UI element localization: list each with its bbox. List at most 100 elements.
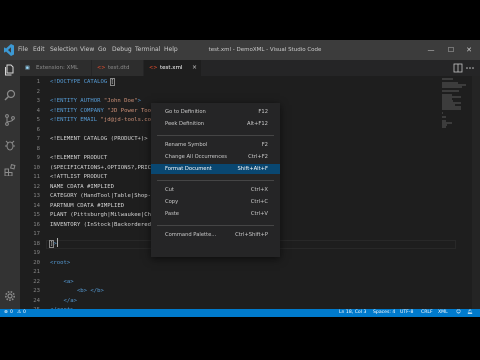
errors-icon[interactable]: ⊗	[4, 309, 8, 317]
line-number: 8	[36, 145, 40, 152]
line-number: 13	[33, 193, 40, 199]
line-number: 12	[33, 183, 40, 190]
xml-file-icon: <>	[149, 65, 158, 71]
minimap-line	[442, 78, 454, 80]
menu-debug[interactable]: Debug	[110, 44, 134, 56]
encoding[interactable]: UTF-8	[400, 309, 413, 317]
code-line: 22 <a>	[20, 278, 460, 288]
minimap[interactable]	[440, 76, 470, 309]
line-number: 18	[33, 240, 40, 247]
extensions-icon[interactable]	[4, 164, 16, 176]
status-bar: ⊗ 0 ⚠ 0 Ln 18, Col 3 Spaces: 4 UTF-8 CRL…	[0, 309, 480, 317]
cursor-position[interactable]: Ln 18, Col 3	[339, 309, 366, 317]
context-menu: Go to Definition F12 Peek Definition Alt+F1…	[151, 103, 280, 257]
menu-item-shortcut: Ctrl+V	[250, 211, 268, 217]
menu-item-format-document[interactable]: Format Document Shift+Alt+F	[151, 164, 280, 174]
vertical-scrollbar[interactable]	[472, 76, 480, 309]
menu-item-label: Format Document	[165, 166, 212, 172]
line-number: 4	[36, 107, 40, 114]
tab-test-xml[interactable]: <> test.xml ×	[144, 60, 202, 76]
code-text: <!ELEMENT CATALOG (PRODUCT+)>	[50, 135, 148, 145]
tab-extension-xml[interactable]: ▣ Extension: XML	[20, 60, 92, 76]
code-token: </a>	[50, 297, 77, 304]
menu-item-shortcut: F12	[258, 109, 268, 115]
menu-item-shortcut: Alt+F12	[247, 121, 268, 127]
code-token: <!ELEMENT PRODUCT	[50, 155, 108, 161]
feedback-icon[interactable]: ☺	[456, 309, 461, 317]
minimap-line	[442, 90, 460, 92]
code-text: <a>	[50, 278, 73, 288]
menu-go[interactable]: Go	[96, 44, 108, 56]
menu-file[interactable]: File	[16, 44, 30, 56]
code-token: INVENTORY (InStock|Backordered|	[50, 221, 155, 228]
menu-view[interactable]: View	[78, 44, 96, 56]
code-text: CATEGORY (HandTool|Table|Shop-P	[50, 192, 154, 202]
close-icon[interactable]: ×	[192, 60, 197, 76]
menu-item-shortcut: Ctrl+X	[250, 187, 268, 193]
minimap-line	[442, 126, 447, 128]
menu-item-shortcut: Ctrl+F2	[248, 154, 268, 160]
menu-help[interactable]: Help	[162, 44, 180, 56]
warning-count[interactable]: 0	[23, 309, 26, 317]
code-text: INVENTORY (InStock|Backordered|	[50, 221, 154, 231]
code-text: PARTNUM CDATA #IMPLIED	[50, 202, 124, 212]
menu-item-shortcut: Shift+Alt+F	[237, 166, 269, 172]
activity-bar	[0, 60, 20, 309]
line-ending[interactable]: CRLF	[421, 309, 433, 317]
close-window-button[interactable]: ✕	[464, 45, 474, 55]
text-cursor	[57, 238, 58, 247]
menu-selection[interactable]: Selection	[48, 44, 80, 56]
error-count[interactable]: 0	[10, 309, 13, 317]
string-token: "John Doe"	[103, 98, 138, 104]
menu-edit[interactable]: Edit	[31, 44, 47, 56]
code-text: <!ELEMENT PRODUCT	[50, 154, 107, 164]
warnings-icon[interactable]: ⚠	[17, 309, 21, 317]
notifications-icon[interactable]: 🔔︎	[467, 309, 473, 317]
menu-item-shortcut: Ctrl+C	[250, 199, 268, 205]
code-token: NAME CDATA #IMPLIED	[50, 183, 114, 190]
menu-item-rename-symbol[interactable]: Rename Symbol F2	[151, 140, 280, 150]
extension-icon: ▣	[25, 65, 30, 71]
split-editor-icon[interactable]	[452, 63, 476, 73]
menu-item-peek-definition[interactable]: Peek Definition Alt+F12	[151, 119, 280, 129]
files-icon[interactable]	[4, 64, 16, 76]
search-icon[interactable]	[4, 89, 16, 101]
menu-item-cut[interactable]: Cut Ctrl+X	[151, 185, 280, 195]
debug-icon[interactable]	[4, 139, 16, 151]
code-text: <!ENTITY AUTHOR "John Doe">	[50, 97, 141, 107]
source-control-icon[interactable]	[4, 114, 16, 126]
menu-item-copy[interactable]: Copy Ctrl+C	[151, 197, 280, 207]
minimize-button[interactable]: —	[426, 45, 436, 55]
gear-icon[interactable]	[4, 290, 16, 302]
menu-item-go-to-definition[interactable]: Go to Definition F12	[151, 107, 280, 117]
code-line: 23 <b> </b>	[20, 287, 460, 297]
language-mode[interactable]: XML	[438, 309, 448, 317]
minimap-line	[442, 112, 444, 114]
code-token: DOCTYPE CATALOG	[56, 79, 111, 85]
menu-item-change-all-occurrences[interactable]: Change All Occurrences Ctrl+F2	[151, 152, 280, 162]
menu-item-label: Rename Symbol	[165, 142, 208, 148]
indentation[interactable]: Spaces: 4	[373, 309, 395, 317]
code-token: [	[109, 78, 116, 86]
menu-item-label: Cut	[165, 187, 174, 193]
line-number: 7	[36, 136, 40, 142]
menu-item-paste[interactable]: Paste Ctrl+V	[151, 209, 280, 219]
menu-terminal[interactable]: Terminal	[133, 44, 162, 56]
maximize-button[interactable]: ☐	[446, 45, 456, 55]
code-token: <!ELEMENT CATALOG (PRODUCT+)>	[50, 136, 148, 142]
minimap-line	[442, 86, 462, 88]
vscode-window: File Edit Selection View Go Debug Termin…	[0, 40, 480, 317]
string-token: "jd@jd-tools.com"	[100, 117, 158, 123]
menu-separator	[157, 135, 274, 136]
code-token: >	[137, 98, 141, 104]
line-number: 17	[33, 231, 40, 237]
menu-item-command-palette[interactable]: Command Palette... Ctrl+Shift+P	[151, 230, 280, 240]
line-number: 2	[36, 88, 40, 95]
tab-test-dtd[interactable]: <> test.dtd	[92, 60, 144, 76]
tab-label: Extension: XML	[36, 65, 79, 71]
code-text: (SPECIFICATIONS+,OPTIONS?,PRICE	[50, 164, 154, 174]
menu-separator	[157, 225, 274, 226]
code-text: <!ENTITY EMAIL "jd@jd-tools.com">	[50, 116, 161, 126]
line-number: 21	[33, 269, 40, 275]
code-line: 21	[20, 268, 460, 278]
